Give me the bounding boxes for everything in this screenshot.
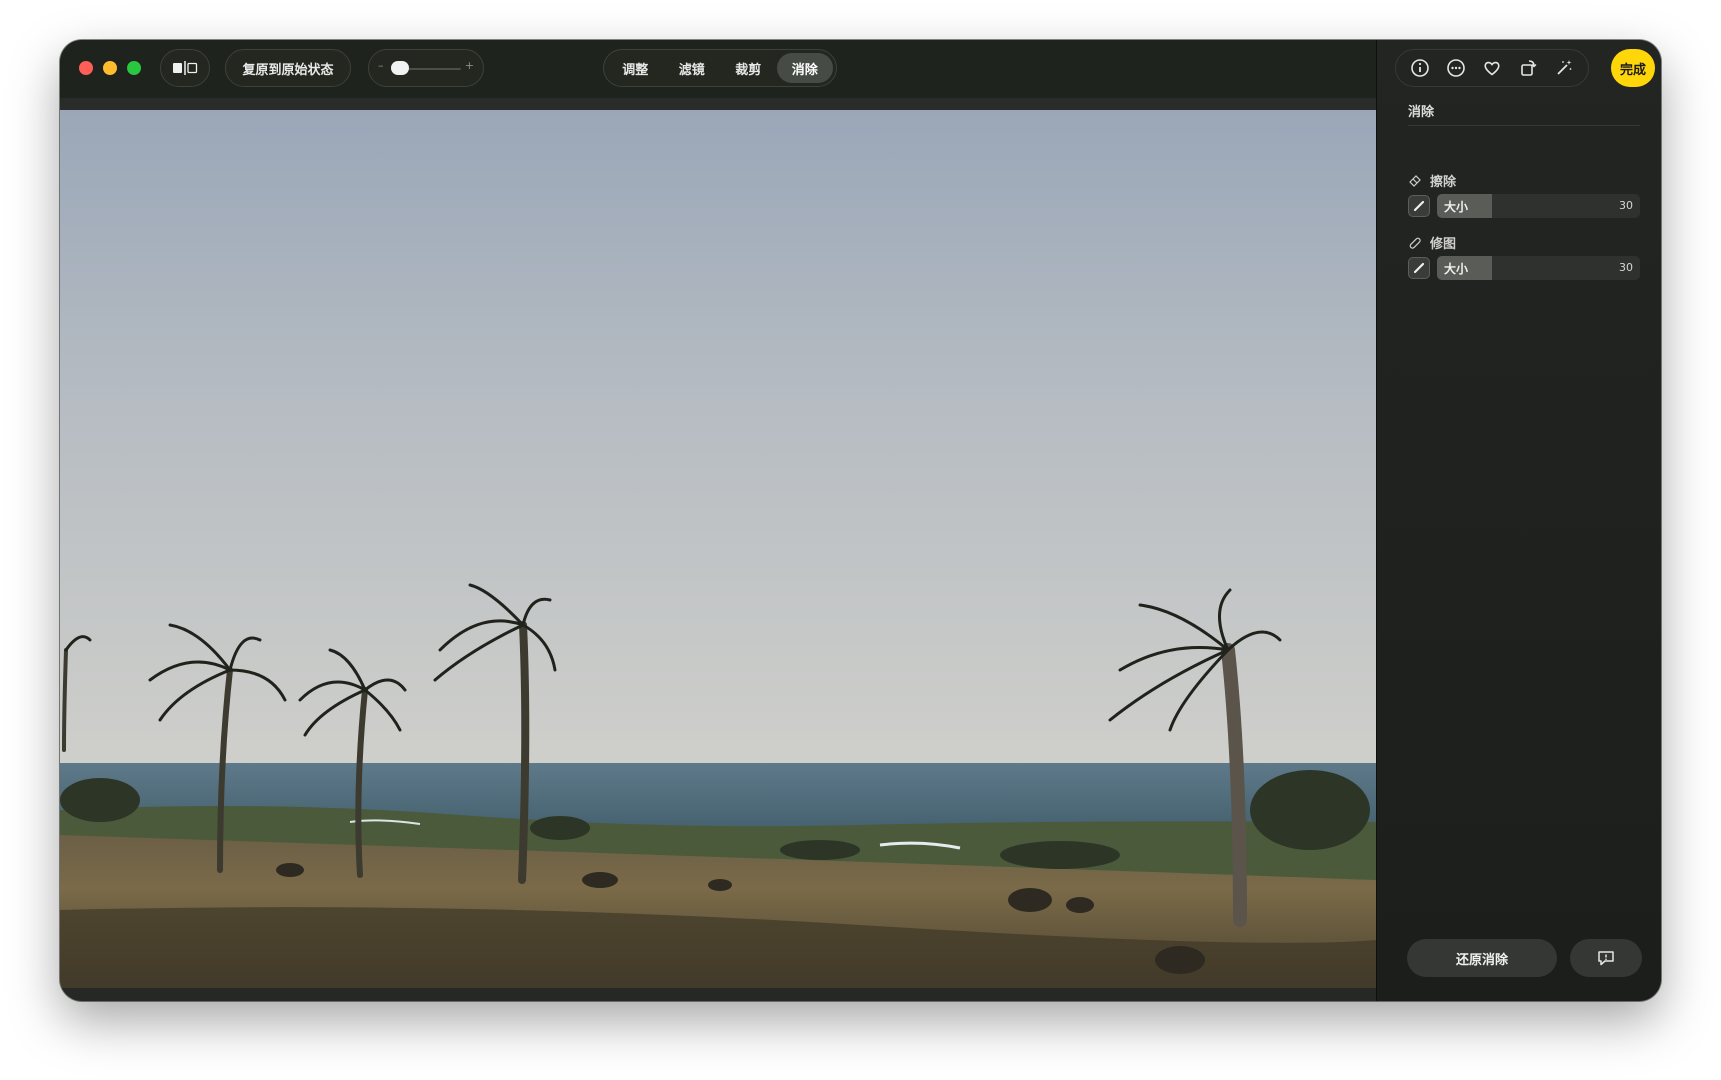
erase-size-label: 大小 bbox=[1444, 200, 1469, 214]
feedback-button[interactable] bbox=[1570, 939, 1642, 977]
zoom-out-icon[interactable]: – bbox=[378, 59, 384, 72]
magic-wand-icon[interactable] bbox=[1551, 55, 1577, 81]
tab-crop[interactable]: 裁剪 bbox=[720, 53, 777, 83]
photos-editor-window: 复原到原始状态 – + 调整 滤镜 裁剪 消除 完成 消除 擦除 大小 30 修… bbox=[60, 40, 1661, 1001]
zoom-slider[interactable]: – + bbox=[368, 49, 484, 87]
zoom-knob[interactable] bbox=[391, 61, 409, 75]
retouch-size-slider[interactable]: 大小 30 bbox=[1437, 256, 1640, 280]
erase-size-slider[interactable]: 大小 30 bbox=[1437, 194, 1640, 218]
panel-section-title: 消除 bbox=[1408, 105, 1435, 120]
retouch-size-label: 大小 bbox=[1444, 262, 1469, 276]
revert-to-original-button[interactable]: 复原到原始状态 bbox=[225, 49, 351, 87]
tab-adjust[interactable]: 调整 bbox=[607, 53, 664, 83]
photo-canvas[interactable] bbox=[60, 110, 1376, 988]
edit-mode-tabs: 调整 滤镜 裁剪 消除 bbox=[603, 49, 837, 87]
retouch-brush-button[interactable] bbox=[1408, 257, 1430, 279]
eraser-icon bbox=[1409, 174, 1421, 187]
brush-icon bbox=[1413, 262, 1425, 274]
undo-clean-up-button[interactable]: 还原消除 bbox=[1407, 939, 1557, 977]
retouch-label: 修图 bbox=[1430, 237, 1457, 252]
section-divider bbox=[1408, 125, 1640, 126]
tab-clean-up[interactable]: 消除 bbox=[776, 53, 833, 83]
bandage-icon bbox=[1409, 237, 1421, 249]
close-window-button[interactable] bbox=[79, 61, 93, 75]
retouch-size-value: 30 bbox=[1619, 261, 1633, 274]
compare-original-button[interactable] bbox=[160, 49, 210, 87]
tab-filters[interactable]: 滤镜 bbox=[664, 53, 721, 83]
feedback-icon bbox=[1598, 951, 1614, 966]
photo-actions-group bbox=[1395, 49, 1589, 87]
more-icon[interactable] bbox=[1443, 55, 1469, 81]
minimize-window-button[interactable] bbox=[103, 61, 117, 75]
done-button[interactable]: 完成 bbox=[1611, 49, 1655, 87]
erase-tool-label: 擦除 bbox=[1408, 171, 1456, 190]
retouch-tool-label: 修图 bbox=[1408, 233, 1456, 252]
split-view-icon bbox=[173, 61, 198, 75]
fullscreen-window-button[interactable] bbox=[127, 61, 141, 75]
brush-icon bbox=[1413, 200, 1425, 212]
info-icon[interactable] bbox=[1407, 55, 1433, 81]
erase-brush-button[interactable] bbox=[1408, 195, 1430, 217]
editor-toolbar: 复原到原始状态 – + 调整 滤镜 裁剪 消除 bbox=[60, 40, 1376, 98]
erase-label: 擦除 bbox=[1430, 175, 1457, 190]
zoom-in-icon[interactable]: + bbox=[465, 59, 474, 72]
canvas-bottom-bar bbox=[60, 988, 1376, 1001]
clean-up-panel: 完成 消除 擦除 大小 30 修图 大小 30 还原消除 bbox=[1376, 40, 1661, 1001]
erase-size-value: 30 bbox=[1619, 199, 1633, 212]
rotate-icon[interactable] bbox=[1515, 55, 1541, 81]
heart-icon[interactable] bbox=[1479, 55, 1505, 81]
beach-palm-trees-photo bbox=[60, 110, 1376, 988]
